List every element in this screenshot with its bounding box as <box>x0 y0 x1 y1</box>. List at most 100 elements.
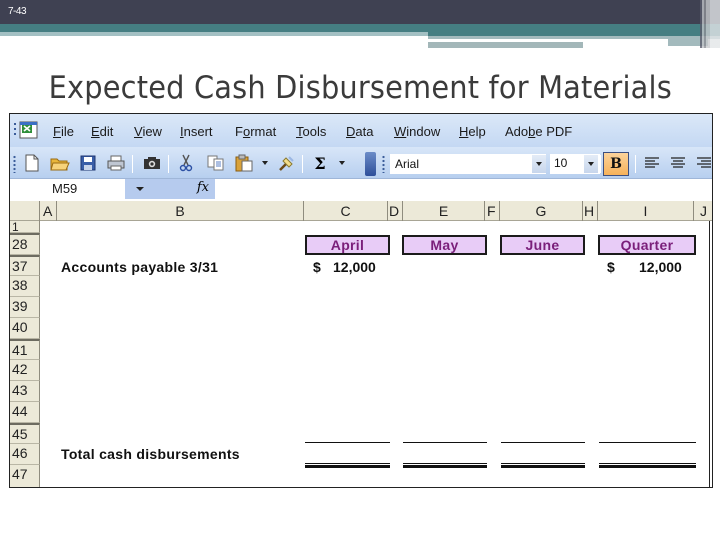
total-cash-disbursements-label[interactable]: Total cash disbursements <box>61 446 240 462</box>
row-header[interactable]: 45 <box>10 423 40 444</box>
total-line-june <box>501 463 585 468</box>
april-currency[interactable]: $ <box>313 259 321 275</box>
april-accounts-payable-value[interactable]: 12,000 <box>333 259 376 275</box>
total-line-may <box>403 463 487 468</box>
row-header[interactable]: 46 <box>10 444 40 465</box>
menu-adobe-pdf[interactable]: Adobe PDF <box>505 124 572 139</box>
row-header[interactable]: 41 <box>10 339 40 360</box>
header-may[interactable]: May <box>402 235 487 255</box>
menu-window[interactable]: Window <box>394 124 440 139</box>
menu-help[interactable]: Help <box>459 124 486 139</box>
paste-dropdown-arrow[interactable] <box>262 161 268 165</box>
column-header-b[interactable]: B <box>57 201 304 221</box>
autosum-icon[interactable]: Σ <box>310 153 330 173</box>
insert-function-button[interactable]: fx <box>155 179 215 199</box>
save-icon[interactable] <box>78 153 98 173</box>
column-header-j[interactable]: J <box>694 201 712 221</box>
row-header[interactable]: 28 <box>10 233 40 255</box>
toolbar-grip[interactable] <box>382 155 385 173</box>
copy-icon[interactable] <box>206 153 226 173</box>
row-header[interactable]: 43 <box>10 381 40 402</box>
menu-bar: File Edit View Insert Format Tools Data … <box>10 114 712 147</box>
menu-data[interactable]: Data <box>346 124 373 139</box>
column-header-h[interactable]: H <box>583 201 598 221</box>
subtotal-line-may <box>403 442 487 443</box>
slide-number: 7-43 <box>8 6 27 17</box>
cut-icon[interactable] <box>176 153 196 173</box>
camera-icon[interactable] <box>142 153 162 173</box>
excel-window: File Edit View Insert Format Tools Data … <box>9 113 713 488</box>
align-right-icon[interactable] <box>694 153 712 173</box>
new-icon[interactable] <box>22 153 42 173</box>
row-header[interactable]: 1 <box>10 221 40 233</box>
row-header[interactable]: 37 <box>10 255 40 276</box>
row-header[interactable]: 42 <box>10 360 40 381</box>
excel-app-icon[interactable] <box>13 119 39 141</box>
quarter-currency[interactable]: $ <box>607 259 615 275</box>
sheet-right-border <box>709 221 710 487</box>
menu-view[interactable]: View <box>134 124 162 139</box>
subtotal-line-quarter <box>599 442 696 443</box>
column-header-d[interactable]: D <box>388 201 403 221</box>
decorative-band <box>0 24 720 32</box>
subtotal-line-april <box>305 442 390 443</box>
bold-button[interactable]: B <box>603 152 629 176</box>
toolbar-separator <box>168 155 169 173</box>
decorative-band <box>428 42 583 48</box>
accounts-payable-label[interactable]: Accounts payable 3/31 <box>61 259 218 275</box>
select-all-corner[interactable] <box>10 201 40 221</box>
column-header-e[interactable]: E <box>403 201 485 221</box>
toolbar-separator <box>302 155 303 173</box>
toolbar-separator <box>635 155 636 173</box>
row-header[interactable]: 40 <box>10 318 40 339</box>
font-size-dropdown[interactable] <box>584 155 598 173</box>
font-name-combo[interactable]: Arial <box>390 154 546 174</box>
column-header-c[interactable]: C <box>304 201 388 221</box>
font-name-value: Arial <box>395 157 420 171</box>
autosum-dropdown-arrow[interactable] <box>339 161 345 165</box>
menu-edit[interactable]: Edit <box>91 124 113 139</box>
total-line-quarter <box>599 463 696 468</box>
header-april[interactable]: April <box>305 235 390 255</box>
subtotal-line-june <box>501 442 585 443</box>
menu-insert[interactable]: Insert <box>180 124 213 139</box>
row-header[interactable]: 47 <box>10 465 40 487</box>
decorative-band <box>0 32 428 36</box>
header-quarter[interactable]: Quarter <box>598 235 696 255</box>
paste-icon[interactable] <box>234 153 254 173</box>
row-headers: 1 28 37 38 39 40 41 42 43 44 45 46 47 <box>10 221 40 487</box>
decorative-stripes <box>700 0 720 48</box>
print-icon[interactable] <box>106 153 126 173</box>
column-header-i[interactable]: I <box>598 201 694 221</box>
total-line-april <box>305 463 390 468</box>
quarter-accounts-payable-value[interactable]: 12,000 <box>639 259 682 275</box>
slide-title: Expected Cash Disbursement for Materials <box>48 70 672 106</box>
formula-bar: M59 fx <box>10 179 712 199</box>
column-header-a[interactable]: A <box>40 201 57 221</box>
menu-tools[interactable]: Tools <box>296 124 326 139</box>
column-header-g[interactable]: G <box>500 201 583 221</box>
open-icon[interactable] <box>50 153 70 173</box>
align-left-icon[interactable] <box>642 153 662 173</box>
row-header[interactable]: 39 <box>10 297 40 318</box>
menu-format[interactable]: Format <box>235 124 276 139</box>
font-size-value: 10 <box>554 156 568 170</box>
font-name-dropdown[interactable] <box>532 155 546 173</box>
format-painter-icon[interactable] <box>276 153 296 173</box>
column-header-f[interactable]: F <box>485 201 500 221</box>
standard-toolbar: Σ Arial 10 B <box>10 147 712 179</box>
name-box-dropdown[interactable] <box>125 179 155 199</box>
toolbar-separator <box>600 155 601 173</box>
name-box[interactable]: M59 <box>10 179 125 199</box>
slide-top-bar: 7-43 <box>0 0 720 24</box>
formula-input[interactable] <box>215 179 712 199</box>
toolbar-options-chevron[interactable] <box>365 152 376 176</box>
toolbar-grip[interactable] <box>13 155 16 173</box>
column-headers: A B C D E F G H I J <box>10 201 712 221</box>
header-june[interactable]: June <box>500 235 585 255</box>
align-center-icon[interactable] <box>668 153 688 173</box>
toolbar-separator <box>132 155 133 173</box>
row-header[interactable]: 38 <box>10 276 40 297</box>
row-header[interactable]: 44 <box>10 402 40 423</box>
menu-file[interactable]: File <box>53 124 74 139</box>
